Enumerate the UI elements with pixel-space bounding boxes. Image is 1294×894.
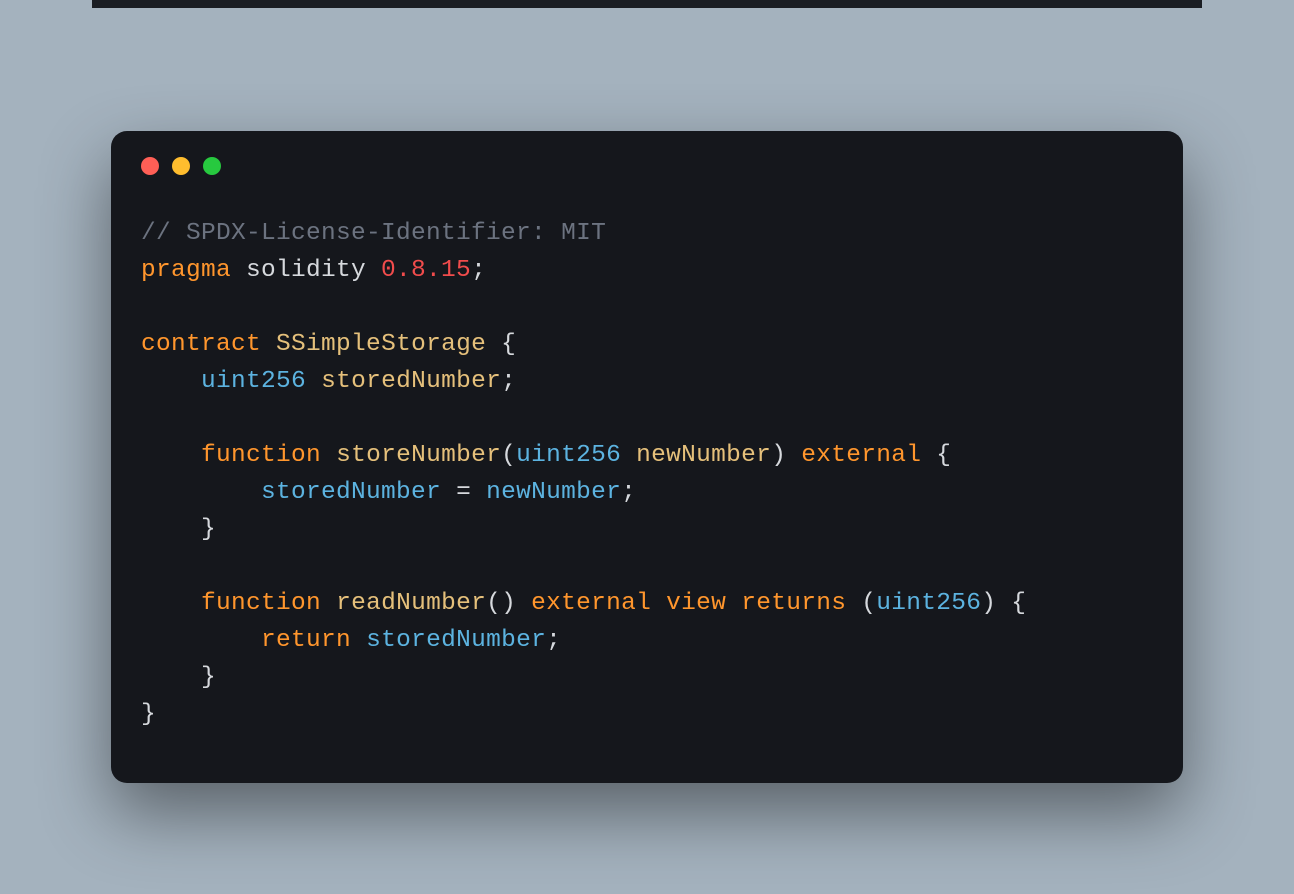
code-line: } (141, 511, 1153, 548)
text (321, 442, 336, 469)
keyword: function (201, 442, 321, 469)
identifier: storedNumber (261, 479, 441, 506)
indent (141, 590, 201, 617)
type: uint256 (201, 368, 306, 395)
window-titlebar (111, 131, 1183, 185)
indent (141, 479, 261, 506)
punct: { (921, 442, 951, 469)
code-line: return storedNumber; (141, 622, 1153, 659)
punct: } (201, 664, 216, 691)
type: uint256 (516, 442, 621, 469)
code-line (141, 548, 1153, 585)
code-line: function readNumber() external view retu… (141, 585, 1153, 622)
text (321, 590, 336, 617)
text (306, 368, 321, 395)
text (786, 442, 801, 469)
code-line: pragma solidity 0.8.15; (141, 252, 1153, 289)
indent (141, 627, 261, 654)
minimize-icon[interactable] (172, 157, 190, 175)
maximize-icon[interactable] (203, 157, 221, 175)
comment-text: // SPDX-License-Identifier: MIT (141, 220, 606, 247)
text (651, 590, 666, 617)
code-editor-window: // SPDX-License-Identifier: MIT pragma s… (111, 131, 1183, 783)
text (351, 627, 366, 654)
function-name: readNumber (336, 590, 486, 617)
punct: () (486, 590, 516, 617)
identifier: newNumber (486, 479, 621, 506)
text (726, 590, 741, 617)
keyword: external (801, 442, 921, 469)
contract-name: SSimpleStorage (276, 331, 486, 358)
punct: { (996, 590, 1026, 617)
code-line: contract SSimpleStorage { (141, 326, 1153, 363)
indent (141, 442, 201, 469)
text (516, 590, 531, 617)
code-line (141, 289, 1153, 326)
punct: ) (771, 442, 786, 469)
identifier: storedNumber (366, 627, 546, 654)
punct: } (141, 701, 156, 728)
keyword: pragma (141, 257, 231, 284)
code-line (141, 400, 1153, 437)
code-line: uint256 storedNumber; (141, 363, 1153, 400)
keyword: return (261, 627, 351, 654)
top-bar (92, 0, 1202, 8)
variable: storedNumber (321, 368, 501, 395)
param-name: newNumber (636, 442, 771, 469)
punct: ) (981, 590, 996, 617)
type: uint256 (876, 590, 981, 617)
function-name: storeNumber (336, 442, 501, 469)
punct: ; (471, 257, 486, 284)
operator: = (441, 479, 486, 506)
punct: } (201, 516, 216, 543)
version: 0.8.15 (381, 257, 471, 284)
keyword: function (201, 590, 321, 617)
punct: ( (846, 590, 876, 617)
text: solidity (231, 257, 381, 284)
text (261, 331, 276, 358)
keyword: contract (141, 331, 261, 358)
close-icon[interactable] (141, 157, 159, 175)
keyword: view (666, 590, 726, 617)
code-line: // SPDX-License-Identifier: MIT (141, 215, 1153, 252)
punct: { (486, 331, 516, 358)
punct: ; (621, 479, 636, 506)
text (621, 442, 636, 469)
code-line: function storeNumber(uint256 newNumber) … (141, 437, 1153, 474)
code-line: } (141, 659, 1153, 696)
indent (141, 368, 201, 395)
punct: ; (546, 627, 561, 654)
punct: ; (501, 368, 516, 395)
indent (141, 664, 201, 691)
keyword: external (531, 590, 651, 617)
code-content[interactable]: // SPDX-License-Identifier: MIT pragma s… (111, 185, 1183, 783)
code-line: } (141, 696, 1153, 733)
code-line: storedNumber = newNumber; (141, 474, 1153, 511)
punct: ( (501, 442, 516, 469)
keyword: returns (741, 590, 846, 617)
indent (141, 516, 201, 543)
